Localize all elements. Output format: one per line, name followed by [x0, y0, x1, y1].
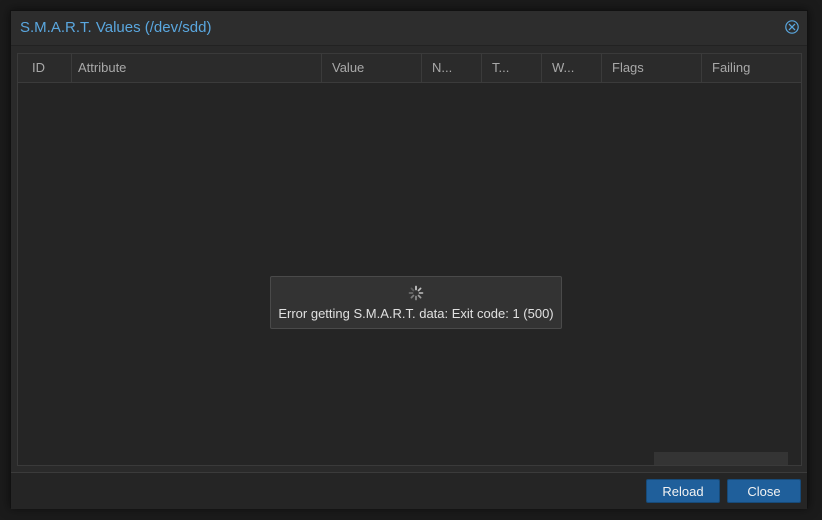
smart-values-dialog: S.M.A.R.T. Values (/dev/sdd) ID Attribut… — [10, 10, 808, 509]
close-icon[interactable] — [785, 20, 799, 34]
column-header-threshold[interactable]: T... — [482, 54, 542, 82]
smart-values-grid: ID Attribute Value N... T... W... Flags … — [17, 53, 802, 466]
spinner-icon — [408, 285, 424, 301]
reload-button[interactable]: Reload — [646, 479, 720, 503]
column-header-value[interactable]: Value — [322, 54, 422, 82]
grid-header: ID Attribute Value N... T... W... Flags … — [18, 54, 801, 83]
column-header-id[interactable]: ID — [22, 54, 72, 82]
column-header-flags[interactable]: Flags — [602, 54, 702, 82]
watermark: everyx — [654, 452, 788, 465]
dialog-footer: Reload Close — [11, 472, 807, 509]
load-mask: Error getting S.M.A.R.T. data: Exit code… — [270, 276, 562, 329]
dialog-titlebar: S.M.A.R.T. Values (/dev/sdd) — [11, 11, 807, 46]
column-header-attribute[interactable]: Attribute — [68, 54, 322, 82]
column-header-failing[interactable]: Failing — [702, 54, 801, 82]
column-header-normalized[interactable]: N... — [422, 54, 482, 82]
dialog-title: S.M.A.R.T. Values (/dev/sdd) — [20, 19, 212, 36]
column-header-worst[interactable]: W... — [542, 54, 602, 82]
close-button[interactable]: Close — [727, 479, 801, 503]
error-message: Error getting S.M.A.R.T. data: Exit code… — [278, 306, 554, 321]
